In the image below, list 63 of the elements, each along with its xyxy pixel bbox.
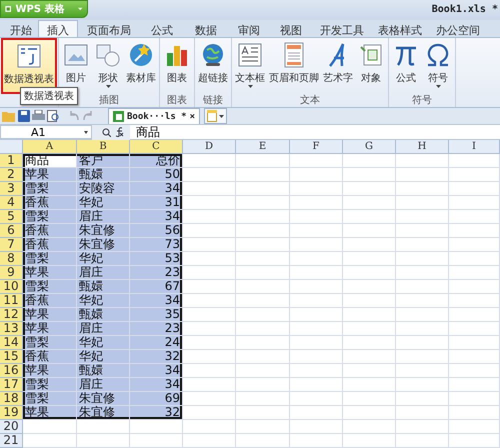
table-cell: 35	[130, 308, 183, 322]
group-label: 文本	[300, 94, 320, 107]
table-cell: 雪梨	[23, 280, 77, 294]
table-cell: 雪梨	[23, 392, 77, 406]
table-cell: 73	[130, 238, 183, 252]
table-cell: 32	[130, 406, 183, 420]
table-cell: 34	[130, 378, 183, 392]
table-cell: 华妃	[77, 196, 130, 210]
table-cell: 雪梨	[23, 378, 77, 392]
table-cell: 香蕉	[23, 224, 77, 238]
table-cell: 香蕉	[23, 238, 77, 252]
table-cell: 50	[130, 168, 183, 182]
table-cell: 眉庄	[77, 322, 130, 336]
table-cell: 苹果	[23, 308, 77, 322]
table-cell: 56	[130, 224, 183, 238]
table-cell: 华妃	[77, 294, 130, 308]
table-cell: 安陵容	[77, 182, 130, 196]
cell-reference: A1	[31, 126, 46, 138]
table-cell: 甄嬛	[77, 280, 130, 294]
table-cell: 34	[130, 294, 183, 308]
table-cell: 香蕉	[23, 196, 77, 210]
table-cell: 甄嬛	[77, 308, 130, 322]
table-cell: 眉庄	[77, 266, 130, 280]
table-cell: 雪梨	[23, 336, 77, 350]
table-cell: 雪梨	[23, 210, 77, 224]
group-label: 符号	[412, 94, 432, 107]
document-tab-label: Book···ls *	[127, 112, 187, 122]
table-cell: 67	[130, 280, 183, 294]
window-title: Book1.xls *	[432, 3, 499, 15]
table-cell: 23	[130, 266, 183, 280]
table-cell: 甄嬛	[77, 168, 130, 182]
table-cell: 24	[130, 336, 183, 350]
table-cell: 眉庄	[77, 210, 130, 224]
table-cell: 34	[130, 182, 183, 196]
table-cell: 31	[130, 196, 183, 210]
table-cell: 苹果	[23, 322, 77, 336]
table-cell: 23	[130, 322, 183, 336]
table-cell: 苹果	[23, 266, 77, 280]
table-cell: 34	[130, 210, 183, 224]
table-cell: 华妃	[77, 350, 130, 364]
table-cell: 甄嬛	[77, 364, 130, 378]
table-cell: 眉庄	[77, 378, 130, 392]
table-cell: 苹果	[23, 406, 77, 420]
table-cell: 朱宜修	[77, 392, 130, 406]
table-cell: 华妃	[77, 252, 130, 266]
group-label: 链接	[203, 94, 223, 107]
table-cell: 香蕉	[23, 350, 77, 364]
table-cell: 香蕉	[23, 294, 77, 308]
table-cell: 华妃	[77, 336, 130, 350]
table-cell: 朱宜修	[77, 406, 130, 420]
table-cell: 雪梨	[23, 182, 77, 196]
group-label: 插图	[99, 94, 119, 107]
table-cell: 朱宜修	[77, 224, 130, 238]
table-cell: 朱宜修	[77, 238, 130, 252]
group-label: 图表	[167, 94, 187, 107]
tooltip: 数据透视表	[20, 87, 78, 105]
table-cell: 雪梨	[23, 252, 77, 266]
table-cell: 34	[130, 364, 183, 378]
table-cell: 32	[130, 350, 183, 364]
table-cell: 53	[130, 252, 183, 266]
table-cell: 苹果	[23, 168, 77, 182]
table-cell: 69	[130, 392, 183, 406]
table-cell: 苹果	[23, 364, 77, 378]
